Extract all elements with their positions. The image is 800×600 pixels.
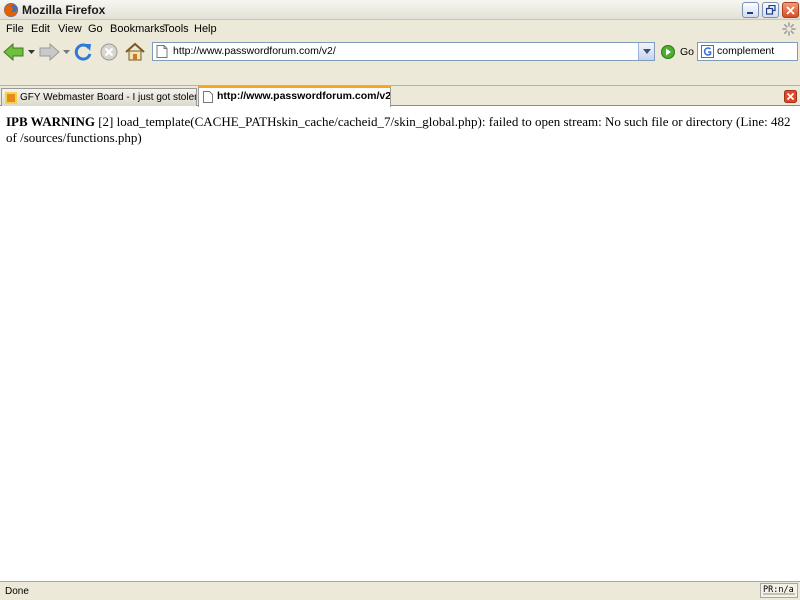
- forward-button[interactable]: [37, 40, 61, 64]
- tab-strip: GFY Webmaster Board - I just got stolen …: [0, 86, 800, 107]
- search-input[interactable]: complement: [697, 42, 798, 61]
- search-query[interactable]: complement: [717, 45, 774, 57]
- pagerank-bar: [763, 593, 795, 595]
- firefox-logo-icon: [4, 3, 18, 17]
- stop-button[interactable]: [97, 40, 121, 64]
- back-history-icon[interactable]: [28, 49, 35, 55]
- back-button[interactable]: [2, 40, 26, 64]
- pagerank-widget[interactable]: PR:n/a: [760, 583, 798, 598]
- forward-icon: [39, 42, 60, 62]
- close-window-button[interactable]: [782, 2, 799, 18]
- tab-label: GFY Webmaster Board - I just got stolen …: [20, 92, 196, 103]
- stop-icon: [100, 43, 118, 61]
- menu-view[interactable]: View: [58, 23, 82, 35]
- reload-icon: [74, 43, 92, 61]
- title-bar[interactable]: Mozilla Firefox: [0, 0, 800, 20]
- menu-edit[interactable]: Edit: [31, 23, 50, 35]
- error-message: IPB WARNING [2] load_template(CACHE_PATH…: [6, 114, 792, 146]
- url-history-button[interactable]: [638, 43, 654, 60]
- page-content: IPB WARNING [2] load_template(CACHE_PATH…: [0, 107, 800, 581]
- url-text[interactable]: http://www.passwordforum.com/v2/: [173, 45, 336, 57]
- page-icon: [156, 45, 168, 58]
- window-title: Mozilla Firefox: [22, 3, 106, 17]
- menu-bar: File Edit View Go Bookmarks Tools Help: [0, 20, 800, 38]
- menu-go[interactable]: Go: [88, 23, 103, 35]
- tab-gfy-board[interactable]: GFY Webmaster Board - I just got stolen …: [1, 88, 197, 106]
- close-icon: [786, 5, 795, 15]
- forward-history-icon[interactable]: [63, 49, 70, 55]
- home-button[interactable]: [123, 40, 147, 64]
- tab-passwordforum[interactable]: http://www.passwordforum.com/v2/: [198, 86, 391, 107]
- status-bar: Done PR:n/a: [0, 581, 800, 600]
- maximize-button[interactable]: [762, 2, 779, 18]
- bookmarks-toolbar: [0, 66, 800, 86]
- status-text: Done: [5, 586, 29, 597]
- tab-label: http://www.passwordforum.com/v2/: [217, 90, 391, 102]
- gfy-favicon-icon: [5, 92, 17, 104]
- restore-icon: [765, 5, 776, 15]
- menu-bookmarks[interactable]: Bookmarks: [110, 23, 165, 35]
- go-icon[interactable]: [661, 45, 675, 59]
- back-icon: [3, 42, 24, 62]
- reload-button[interactable]: [71, 40, 95, 64]
- home-icon: [125, 42, 145, 61]
- minimize-button[interactable]: [742, 2, 759, 18]
- throbber-icon: [782, 22, 796, 36]
- close-tab-icon[interactable]: [784, 90, 797, 103]
- menu-help[interactable]: Help: [194, 23, 217, 35]
- warning-title: IPB WARNING: [6, 114, 95, 129]
- menu-tools[interactable]: Tools: [163, 23, 189, 35]
- minimize-icon: [747, 11, 753, 14]
- go-button[interactable]: Go: [680, 46, 694, 58]
- blank-page-icon: [203, 91, 213, 103]
- menu-file[interactable]: File: [6, 23, 24, 35]
- chevron-down-icon: [642, 48, 651, 54]
- warning-text: [2] load_template(CACHE_PATHskin_cache/c…: [6, 114, 791, 145]
- url-bar[interactable]: http://www.passwordforum.com/v2/: [152, 42, 655, 61]
- google-engine-icon[interactable]: [701, 45, 714, 58]
